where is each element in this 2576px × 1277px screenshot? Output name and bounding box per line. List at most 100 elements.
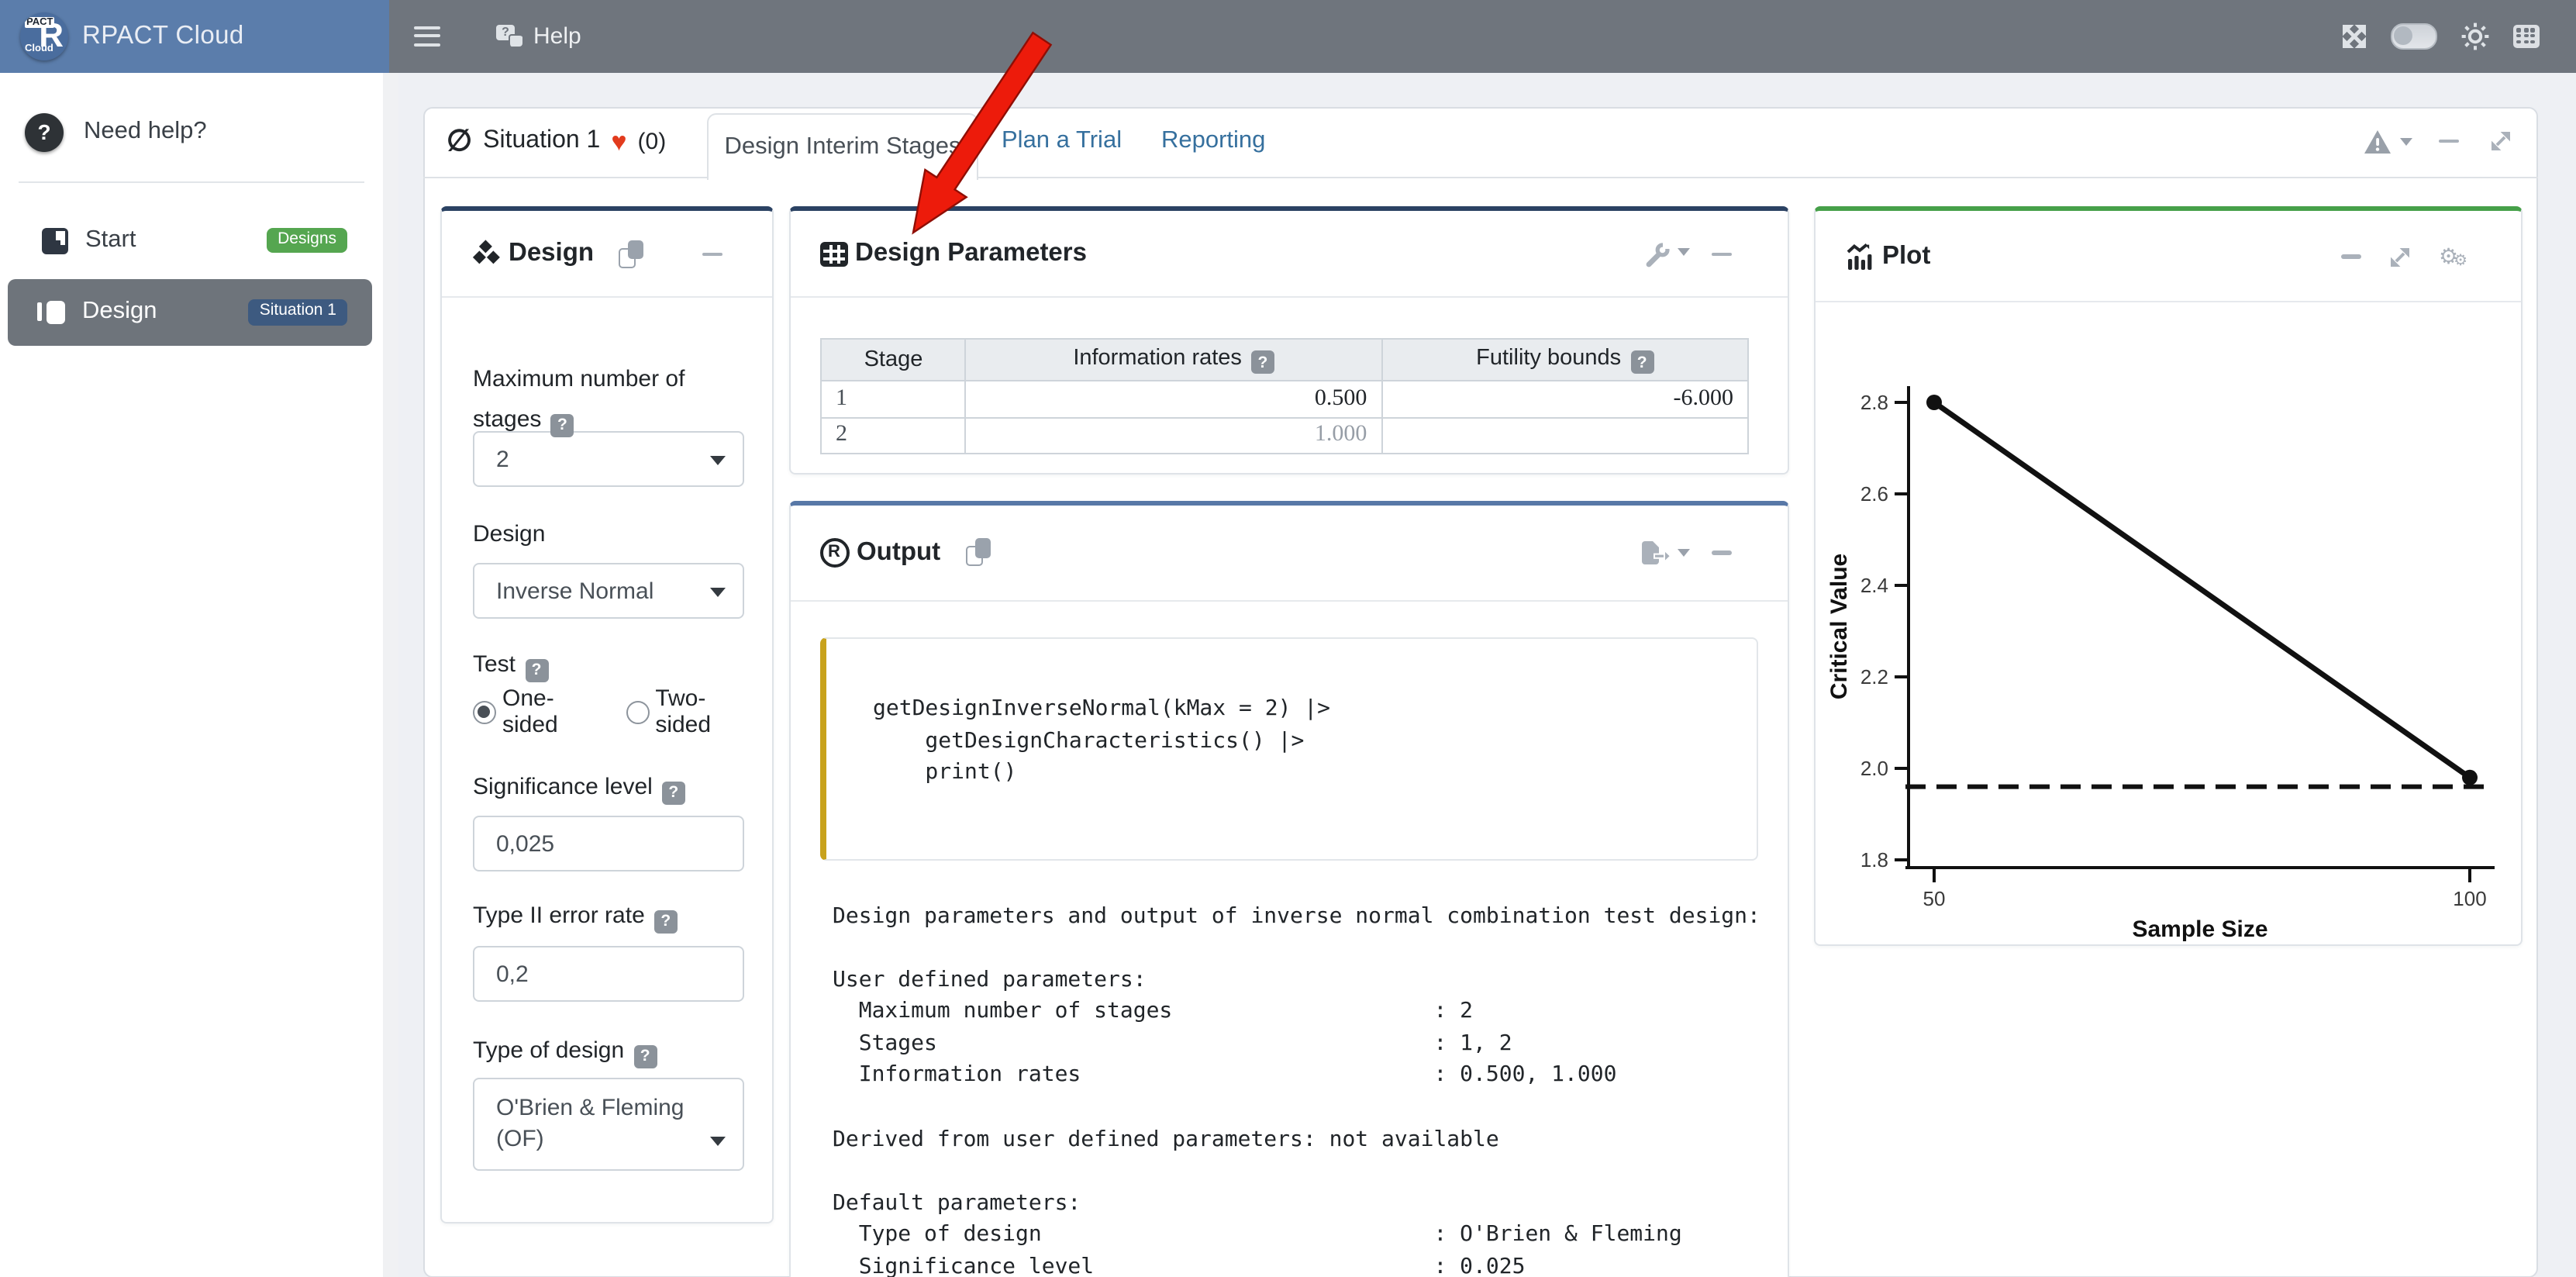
sun-icon <box>2460 22 2489 51</box>
help-badge[interactable]: ? <box>633 1044 657 1068</box>
help-badge[interactable]: ? <box>550 413 574 437</box>
settings-wrench-dropdown[interactable] <box>1643 241 1689 267</box>
svg-text:Sample Size: Sample Size <box>2132 916 2267 942</box>
sidebar-header: R PACT Cloud RPACT Cloud <box>0 0 389 72</box>
minimize-button[interactable] <box>2439 139 2459 143</box>
tab-situation[interactable]: ∅ Situation 1 ♥ (0) <box>447 107 666 175</box>
help-badge[interactable]: ? <box>1251 351 1274 374</box>
design-parameters-header: Design Parameters <box>790 211 1787 298</box>
help-badge[interactable]: ? <box>1630 351 1654 374</box>
sidebar: ? Need help? Start Designs Design Situat… <box>0 0 383 1277</box>
start-label: Start <box>85 226 136 254</box>
question-circle-icon: ? <box>25 112 64 151</box>
sidebar-scrollbar[interactable] <box>383 72 398 1277</box>
tab-reporting[interactable]: Reporting <box>1161 107 1265 175</box>
svg-text:100: 100 <box>2453 887 2486 910</box>
design-select-label: Design <box>473 515 744 555</box>
table-icon <box>819 241 847 266</box>
two-sided-radio[interactable] <box>626 700 649 723</box>
select-caret-icon <box>709 456 725 473</box>
r-code-block: getDesignInverseNormal(kMax = 2) |> getD… <box>820 637 1758 861</box>
sidebar-item-need-help[interactable]: ? Need help? <box>0 99 383 164</box>
display-settings-button[interactable] <box>2460 22 2489 51</box>
col-futility-bounds: Futility bounds? <box>1381 339 1748 381</box>
sidebar-item-design[interactable]: Design Situation 1 <box>8 279 372 345</box>
wrench-icon <box>1643 241 1671 267</box>
svg-text:50: 50 <box>1923 887 1946 910</box>
svg-text:Critical Value: Critical Value <box>1826 554 1852 699</box>
help-badge[interactable]: ? <box>654 909 678 933</box>
help-badge[interactable]: ? <box>662 781 685 804</box>
start-icon <box>42 227 68 254</box>
copy-icon[interactable] <box>619 240 643 267</box>
menu-button[interactable] <box>414 26 440 47</box>
plot-panel: Plot ⚙⚙ 2.82.62.42.22.01.850100Sample Si… <box>1814 206 2522 946</box>
one-sided-radio[interactable] <box>473 700 496 723</box>
svg-text:2.2: 2.2 <box>1860 665 1888 689</box>
col-stage: Stage <box>821 339 966 381</box>
plot-collapse-button[interactable] <box>2341 254 2361 258</box>
fullscreen-button[interactable] <box>2340 23 2367 50</box>
plot-title: Plot <box>1882 241 1930 271</box>
select-caret-icon <box>709 588 725 605</box>
tab-actions <box>2363 107 2513 175</box>
design-label: Design <box>82 299 157 326</box>
file-export-icon <box>1640 540 1671 566</box>
sidebar-divider <box>19 181 364 183</box>
help-button[interactable]: ? Help <box>496 23 581 50</box>
design-collapse-button[interactable] <box>702 252 722 256</box>
situation-badge: Situation 1 <box>249 299 347 325</box>
plot-expand-button[interactable] <box>2388 244 2412 269</box>
grid-icon <box>2512 25 2539 48</box>
tab-plan-a-trial[interactable]: Plan a Trial <box>1002 107 1122 175</box>
chart-icon <box>1845 243 1874 269</box>
test-radio-group: One-sided Two-sided <box>473 685 771 738</box>
favorites-count: (0) <box>638 128 667 154</box>
table-row: 1 0.500 -6.000 <box>821 381 1748 417</box>
help-label: Help <box>533 23 581 50</box>
designs-badge: Designs <box>267 227 347 253</box>
empty-set-icon: ∅ <box>447 126 472 156</box>
apps-grid-button[interactable] <box>2512 25 2539 48</box>
warnings-dropdown[interactable] <box>2363 128 2412 154</box>
arrows-fullscreen-icon <box>2340 23 2367 50</box>
copy-icon[interactable] <box>965 538 990 566</box>
output-header: R Output <box>790 505 1787 601</box>
help-icon: ? <box>496 26 522 47</box>
app-logo: R PACT Cloud <box>20 12 68 60</box>
significance-label: Significance level? <box>473 768 744 808</box>
sidebar-item-start[interactable]: Start Designs <box>0 211 383 270</box>
critical-value-chart: 2.82.62.42.22.01.850100Sample SizeCritic… <box>1816 302 2523 951</box>
design-select[interactable]: Inverse Normal <box>473 563 743 619</box>
heart-icon[interactable]: ♥ <box>611 128 626 154</box>
topbar: ? Help <box>389 0 2576 72</box>
type-of-design-select[interactable]: O'Brien & Fleming (OF) <box>473 1078 743 1171</box>
params-collapse-button[interactable] <box>1711 252 1731 256</box>
expand-button[interactable] <box>2488 129 2513 154</box>
svg-text:2.0: 2.0 <box>1860 757 1888 780</box>
type2-label: Type II error rate? <box>473 896 744 937</box>
significance-input[interactable] <box>473 816 743 871</box>
design-icon <box>37 301 67 324</box>
output-title: Output <box>857 537 940 567</box>
theme-toggle[interactable] <box>2390 23 2436 50</box>
help-badge[interactable]: ? <box>525 658 548 682</box>
export-dropdown[interactable] <box>1640 540 1689 566</box>
tab-design-interim-stages[interactable]: Design Interim Stages <box>707 112 978 179</box>
design-panel-title: Design <box>509 239 594 268</box>
situation-label: Situation 1 <box>483 127 600 155</box>
chevron-down-icon <box>1677 247 1689 261</box>
svg-text:2.4: 2.4 <box>1860 574 1888 597</box>
one-sided-label[interactable]: One-sided <box>502 685 607 738</box>
r-logo-icon: R <box>819 537 849 567</box>
output-panel: R Output getDesignInverseNormal(kMax = 2… <box>788 500 1788 1277</box>
warning-icon <box>2363 128 2392 154</box>
cubes-icon <box>471 240 501 267</box>
two-sided-label[interactable]: Two-sided <box>655 685 759 738</box>
plot-settings-button[interactable]: ⚙⚙ <box>2439 244 2467 269</box>
design-panel: Design 2 Maximum number of stages? Desig… <box>440 206 773 1224</box>
type2-input[interactable] <box>473 946 743 1002</box>
chevron-down-icon <box>2400 137 2412 151</box>
output-collapse-button[interactable] <box>1711 550 1731 554</box>
r-code: getDesignInverseNormal(kMax = 2) |> getD… <box>826 639 1757 789</box>
